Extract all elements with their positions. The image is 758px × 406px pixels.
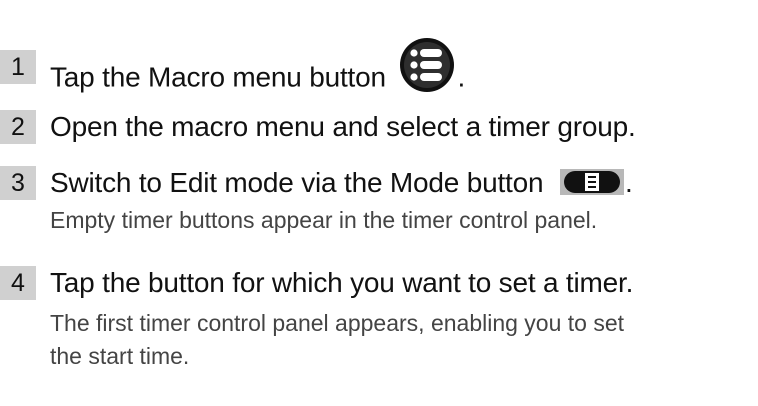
step-title-text: Switch to Edit mode via the Mode button (50, 167, 544, 198)
step-title: Tap the Macro menu button . (50, 38, 466, 108)
step-title: Switch to Edit mode via the Mode button … (50, 166, 633, 200)
step-title-suffix: . (457, 61, 466, 93)
step-number: 4 (0, 266, 36, 300)
step-number: 1 (0, 50, 36, 84)
step-title-suffix: . (624, 167, 633, 198)
step-note-line-1: The first timer control panel appears, e… (50, 310, 625, 336)
step-note-line-2: the start time. (50, 343, 190, 369)
step-number: 2 (0, 110, 36, 144)
step-title-text: Tap the Macro menu button (50, 61, 386, 93)
step-number: 3 (0, 166, 36, 200)
step-title: Tap the button for which you want to set… (50, 267, 634, 298)
macro-menu-icon (397, 36, 457, 94)
mode-button-icon (559, 168, 625, 196)
step-note: Empty timer buttons appear in the timer … (50, 207, 598, 233)
step-title: Open the macro menu and select a timer g… (50, 111, 636, 142)
